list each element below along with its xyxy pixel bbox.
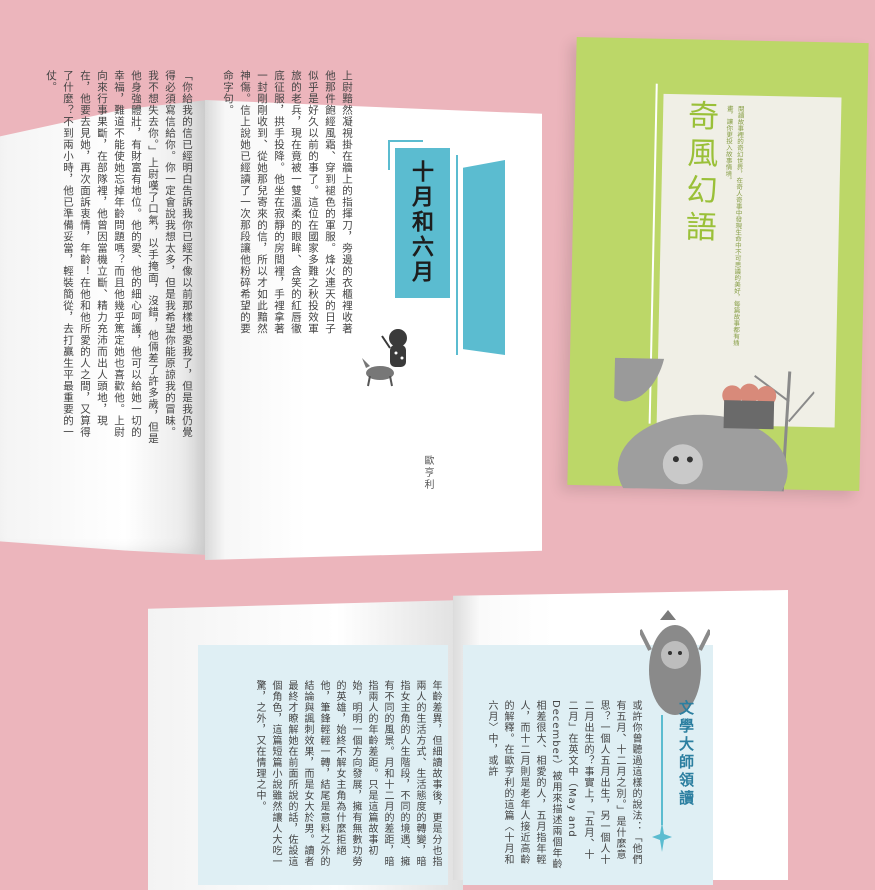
sparkle-icon [652,822,672,852]
magazine-cover: 奇風幻語 閱讀故事裡的奇幻世界，在奇人奇事中發現生命中不可思議的美好，每篇故事都… [567,36,869,493]
left-page-text: 「你給我的信已經明白告訴我你已經不像以前那樣地愛我了，但是我仍覺得必須寫信給你。… [45,70,193,445]
section-heading: 文學大師領讀 [677,700,695,808]
decorative-line [388,140,423,142]
author-name: 歐亨利 [422,455,433,491]
magazine-title: 奇風幻語 [679,99,719,248]
blue-door-illustration [463,160,505,355]
decorative-line [661,715,663,825]
right-page-text: 或許你曾聽過這樣的說法：「他們有五月、十二月之別。」是什麼意思？一個人五月出生，… [486,700,641,870]
decorative-line [388,140,390,170]
creature-illustration [640,610,710,715]
decorative-line [456,155,458,355]
left-page-text: 年齡差異，但細讀故事後，更是分也指兩人的生活方式、生活態度的轉變，暗指女主角的人… [254,680,441,867]
right-page-text: 上尉黯然凝視掛在牆上的指揮刀，旁邊的衣櫃裡收著他那件飽經風霜、穿到褪色的軍服。烽… [222,70,353,335]
creature-illustration [362,329,407,387]
story-title: 十月和六月 [408,160,433,285]
forest-creature-illustration [612,357,815,493]
